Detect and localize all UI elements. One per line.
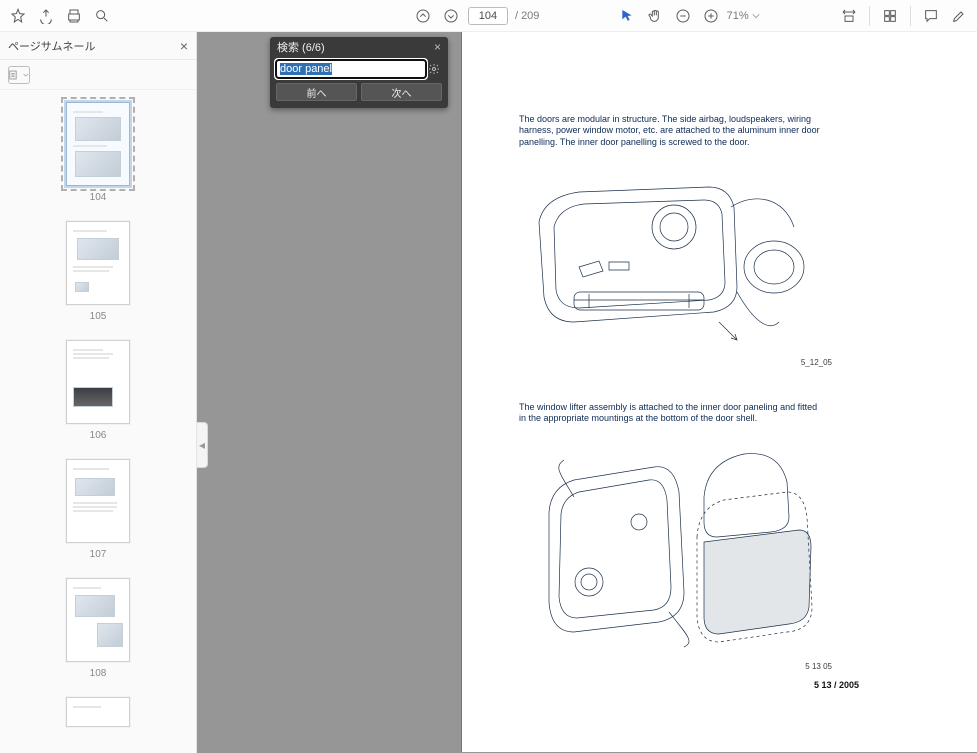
zoom-search-icon[interactable]	[88, 2, 116, 30]
paragraph-2: The window lifter assembly is attached t…	[519, 402, 824, 425]
zoom-in-icon[interactable]	[697, 2, 725, 30]
thumbnail-108[interactable]: 108	[43, 578, 153, 679]
highlight-icon[interactable]	[945, 2, 973, 30]
find-bar: 検索 (6/6) × 前へ 次へ	[270, 37, 448, 108]
sidebar-close-icon[interactable]: ×	[180, 38, 188, 54]
paragraph-1: The doors are modular in structure. The …	[519, 114, 824, 148]
document-viewport[interactable]: ◂ 911 Carrera S The doors are modular in…	[197, 32, 977, 753]
thumbnail-105[interactable]: 105	[43, 221, 153, 322]
sidebar-collapse-handle[interactable]: ◂	[197, 422, 208, 468]
figure-caption-1: 5_12_05	[801, 358, 832, 367]
sidebar-options-button[interactable]	[8, 66, 30, 84]
zoom-value-label[interactable]: 71%	[727, 10, 760, 22]
figure-caption-2: 5 13 05	[805, 662, 832, 671]
thumbnails-sidebar: ページサムネール × 104	[0, 32, 197, 753]
pointer-icon[interactable]	[613, 2, 641, 30]
page-down-icon[interactable]	[437, 2, 465, 30]
figure-window-lifter	[519, 442, 824, 652]
comment-icon[interactable]	[917, 2, 945, 30]
hand-icon[interactable]	[641, 2, 669, 30]
main-toolbar: / 209 71%	[0, 0, 977, 32]
find-settings-icon[interactable]	[426, 60, 442, 78]
find-close-icon[interactable]: ×	[434, 40, 441, 54]
find-input[interactable]	[276, 60, 426, 78]
fit-width-icon[interactable]	[835, 2, 863, 30]
upload-icon[interactable]	[32, 2, 60, 30]
page-total-label: / 209	[515, 10, 539, 22]
page-footer: 5 13 / 2005	[814, 680, 859, 690]
thumbnail-104[interactable]: 104	[43, 102, 153, 203]
find-title: 検索 (6/6)	[277, 39, 325, 55]
thumbnails-list: 104 105 106	[0, 90, 196, 753]
view-mode-icon[interactable]	[876, 2, 904, 30]
thumbnail-107[interactable]: 107	[43, 459, 153, 560]
bookmark-icon[interactable]	[4, 2, 32, 30]
document-page: 911 Carrera S The doors are modular in s…	[462, 32, 977, 752]
find-next-button[interactable]: 次へ	[361, 83, 442, 101]
sidebar-title: ページサムネール	[8, 38, 96, 54]
zoom-out-icon[interactable]	[669, 2, 697, 30]
print-icon[interactable]	[60, 2, 88, 30]
thumbnail-106[interactable]: 106	[43, 340, 153, 441]
figure-door-panel	[519, 172, 824, 362]
find-prev-button[interactable]: 前へ	[276, 83, 357, 101]
thumbnail-partial[interactable]	[43, 697, 153, 727]
page-number-input[interactable]	[468, 7, 508, 25]
page-up-icon[interactable]	[409, 2, 437, 30]
